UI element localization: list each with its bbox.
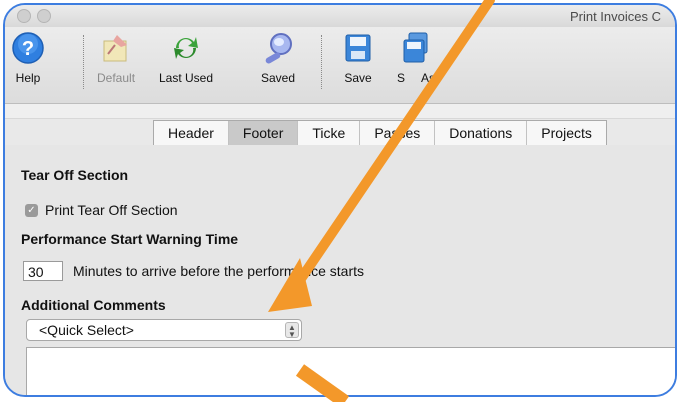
annotation-arrow-lower [295, 364, 350, 402]
annotation-arrows [268, 0, 495, 402]
annotation-arrow-upper [268, 0, 495, 312]
